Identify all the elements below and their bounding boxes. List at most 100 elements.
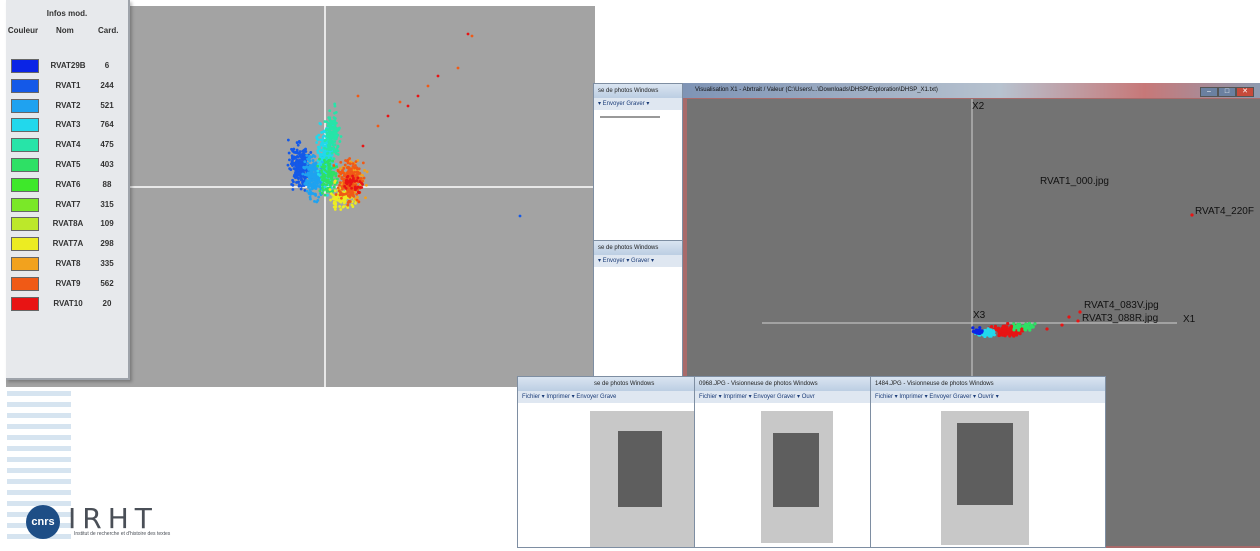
scatter-point (346, 203, 350, 207)
window-title: 0968.JPG - Visionneuse de photos Windows (695, 377, 871, 391)
scatter-point (346, 161, 350, 165)
legend-card: 521 (100, 100, 114, 110)
vis-point (1017, 328, 1021, 332)
legend-name: RVAT2 (55, 100, 81, 110)
window-menu[interactable]: Fichier ▾ Imprimer ▾ Envoyer Graver ▾ Ou… (695, 391, 871, 403)
scatter-point (321, 135, 325, 139)
legend-header-card: Card. (98, 26, 119, 35)
window-menu[interactable]: ▾ Envoyer ▾ Graver ▾ (594, 255, 682, 267)
scatter-point (322, 188, 325, 192)
scatter-point (317, 162, 321, 166)
legend-card: 315 (100, 199, 114, 209)
color-swatch (11, 217, 39, 232)
scatter-point (296, 143, 300, 147)
scatter-point (314, 161, 318, 165)
scatter-point (321, 142, 325, 146)
scatter-point (328, 109, 332, 113)
scatter-point (336, 145, 340, 149)
scatter-point (333, 181, 337, 184)
vis-point (1006, 321, 1010, 326)
photo-viewer-window-4[interactable]: 0968.JPG - Visionneuse de photos Windows… (694, 376, 872, 548)
point-label: RVAT4_220F (1195, 206, 1254, 217)
scatter-point (336, 168, 340, 172)
window-menu[interactable]: Fichier ▾ Imprimer ▾ Envoyer Graver ▾ Ou… (871, 391, 1105, 403)
photo-viewer-window-5[interactable]: 1484.JPG - Visionneuse de photos Windows… (870, 376, 1106, 548)
photo-viewer-window-3[interactable]: se de photos Windows Fichier ▾ Imprimer … (517, 376, 696, 548)
scatter-point (352, 194, 356, 198)
vis-point (1028, 326, 1032, 330)
scatter-point (318, 157, 321, 161)
scatter-point (323, 193, 327, 197)
scatter-points (286, 32, 522, 218)
scatter-point (311, 178, 315, 181)
photo-viewer-window-2[interactable]: se de photos Windows ▾ Envoyer ▾ Graver … (593, 240, 683, 380)
color-swatch (11, 197, 39, 212)
window-menu[interactable]: Fichier ▾ Imprimer ▾ Envoyer Grave (518, 391, 694, 403)
main-scatter-plot[interactable] (128, 6, 595, 387)
vis-point (1002, 329, 1007, 333)
scatter-point (295, 161, 299, 165)
scatter-point (309, 190, 313, 194)
scatter-point (326, 187, 329, 190)
scatter-point (314, 187, 318, 190)
scatter-point (343, 163, 347, 167)
legend-name: RVAT7A (52, 239, 84, 249)
scatter-point (328, 183, 332, 187)
legend-row: RVAT3 764 (6, 118, 128, 133)
scatter-point (364, 183, 368, 187)
scatter-point (333, 189, 337, 193)
scatter-point (376, 124, 380, 128)
scatter-point (316, 199, 320, 202)
scatter-point (295, 181, 298, 184)
logo-stripe (7, 468, 71, 473)
scatter-point (307, 175, 311, 179)
window-title: se de photos Windows (594, 84, 682, 98)
legend-card: 244 (100, 80, 114, 90)
vis-point (1031, 325, 1035, 329)
scatter-point (355, 179, 359, 183)
scatter-point (298, 183, 301, 187)
scatter-point (332, 164, 336, 167)
scatter-point (361, 161, 365, 165)
scatter-point (365, 170, 369, 174)
window-title: se de photos Windows (518, 377, 694, 391)
scatter-point (321, 130, 325, 134)
vis-point (1012, 334, 1016, 338)
vis-point (971, 329, 976, 334)
scatter-point (333, 143, 337, 147)
scatter-point (334, 205, 338, 209)
scatter-point (406, 104, 410, 108)
scatter-point (306, 161, 310, 165)
legend-name: RVAT7 (55, 199, 81, 209)
legend-name: RVAT8A (52, 219, 84, 229)
scatter-point (286, 163, 290, 167)
window-menu[interactable]: ▾ Envoyer Graver ▾ (594, 98, 682, 110)
scatter-point (335, 165, 339, 169)
minimize-icon[interactable]: – (1200, 87, 1218, 97)
scatter-point (308, 159, 312, 163)
scatter-point (313, 192, 317, 196)
scatter-point (339, 170, 343, 174)
vis-point (997, 333, 1001, 337)
close-icon[interactable]: ✕ (1236, 87, 1254, 97)
scatter-point (339, 135, 343, 138)
scatter-point (308, 154, 311, 158)
vis-point (998, 328, 1002, 332)
scatter-point (320, 186, 324, 190)
color-swatch (11, 177, 39, 192)
legend-row: RVAT4 475 (6, 138, 128, 153)
scatter-point (327, 147, 331, 151)
scatter-point (290, 154, 294, 158)
vis-point (1067, 315, 1071, 319)
scatter-point (343, 200, 347, 204)
scatter-point (338, 140, 342, 143)
scatter-point (353, 170, 356, 174)
vis-point (978, 326, 982, 330)
photo-viewer-window-1[interactable]: se de photos Windows ▾ Envoyer Graver ▾ (593, 83, 683, 243)
maximize-icon[interactable]: □ (1218, 87, 1236, 97)
vis-point (989, 334, 993, 338)
legend-row: RVAT5 403 (6, 158, 128, 172)
scatter-point (349, 182, 353, 186)
scatter-point (298, 158, 301, 162)
scatter-point (333, 129, 337, 132)
